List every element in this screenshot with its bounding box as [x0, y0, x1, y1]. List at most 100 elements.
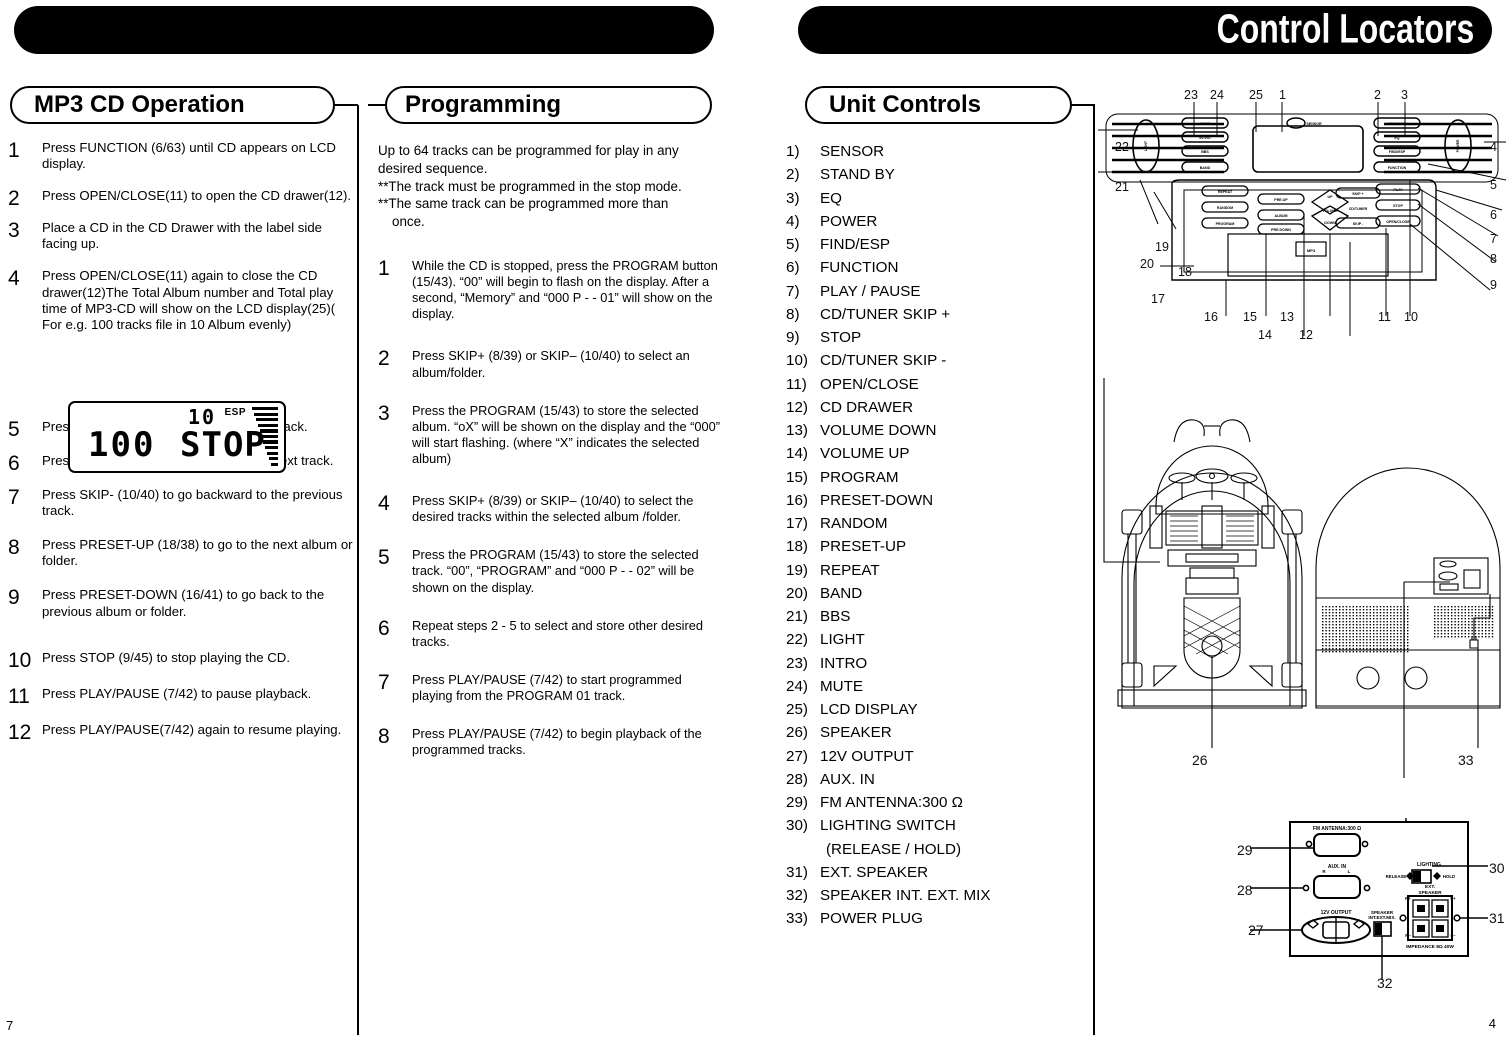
- callout-10: 10: [1404, 310, 1418, 324]
- programming-steps-list: 1 While the CD is stopped, press the PROG…: [378, 258, 723, 773]
- step-number: 1: [8, 139, 20, 162]
- pill-connector-1: [334, 104, 358, 106]
- step-text: Press PRESET-UP (18/38) to go to the nex…: [42, 537, 353, 569]
- svg-text:VOLUME: VOLUME: [1322, 209, 1338, 213]
- callout-31: 31: [1489, 910, 1505, 926]
- unit-control-item: 8) CD/TUNER SKIP +: [786, 303, 1086, 326]
- svg-text:STOP: STOP: [1393, 204, 1403, 208]
- step-number: 3: [8, 219, 20, 243]
- step-number: 9: [8, 586, 20, 610]
- svg-text:L+: L+: [1450, 896, 1456, 901]
- unit-control-item: 9) STOP: [786, 326, 1086, 349]
- callout-4: 4: [1490, 140, 1497, 154]
- instruction-step: 1 While the CD is stopped, press the PROG…: [378, 258, 723, 322]
- unit-control-label: VOLUME DOWN: [820, 422, 937, 439]
- step-number: 8: [378, 725, 390, 749]
- svg-text:RANDOM: RANDOM: [1217, 206, 1233, 210]
- svg-text:INTRO: INTRO: [1199, 136, 1210, 140]
- unit-control-label: SPEAKER INT. EXT. MIX: [820, 887, 991, 904]
- unit-control-index: 12): [786, 398, 808, 416]
- unit-control-label: FM ANTENNA:300 Ω: [820, 794, 964, 811]
- callout-30: 30: [1489, 860, 1505, 876]
- callout-20: 20: [1140, 257, 1154, 271]
- svg-text:HOLD: HOLD: [1443, 874, 1455, 879]
- callout-11: 11: [1378, 310, 1391, 324]
- banner-right: Control Locators: [798, 6, 1492, 54]
- page-title: Control Locators: [1216, 5, 1474, 52]
- unit-control-item: 27) 12V OUTPUT: [786, 745, 1086, 768]
- step-number: 4: [8, 267, 20, 291]
- unit-control-index: 23): [786, 654, 808, 672]
- step-number: 5: [378, 546, 390, 570]
- unit-control-index: 32): [786, 887, 808, 904]
- unit-control-item: 30) LIGHTING SWITCH: [786, 814, 1086, 837]
- unit-control-item: 22) LIGHT: [786, 628, 1086, 651]
- callout-8: 8: [1490, 252, 1497, 266]
- unit-control-index: 26): [786, 724, 808, 742]
- programming-intro: Up to 64 tracks can be programmed for pl…: [378, 142, 718, 231]
- callout-14: 14: [1258, 328, 1272, 342]
- unit-control-label: FUNCTION: [820, 259, 899, 277]
- step-number: 1: [378, 257, 390, 280]
- step-text: Press PLAY/PAUSE(7/42) again to resume p…: [42, 721, 342, 737]
- instruction-step: 7 Press SKIP- (10/40) to go backward to t…: [8, 487, 353, 519]
- lcd-esp-label: ESP: [224, 407, 246, 418]
- step-text: While the CD is stopped, press the PROGR…: [412, 258, 718, 322]
- section-heading-unit-controls: Unit Controls: [805, 86, 1072, 124]
- callout-16: 16: [1204, 310, 1218, 324]
- unit-control-label: VOLUME UP: [820, 445, 910, 463]
- unit-control-item: 25) LCD DISPLAY: [786, 698, 1086, 721]
- svg-text:LIGHTING: LIGHTING: [1417, 862, 1441, 868]
- callout-2: 2: [1374, 88, 1381, 102]
- svg-text:STAND BY: STAND BY: [1388, 122, 1407, 126]
- step-text: Press the PROGRAM (15/43) to store the s…: [412, 547, 699, 595]
- unit-control-label: LIGHTING SWITCH: [820, 817, 956, 835]
- unit-control-index: 21): [786, 608, 808, 625]
- instruction-step: 9 Press PRESET-DOWN (16/41) to go back to…: [8, 587, 353, 619]
- step-number: 8: [8, 536, 20, 560]
- callout-5: 5: [1490, 178, 1497, 192]
- page-number-right: 4: [1488, 1016, 1496, 1031]
- callout-25: 25: [1249, 88, 1263, 102]
- svg-text:R–: R–: [1405, 933, 1411, 938]
- svg-text:FM ANTENNA:300 Ω: FM ANTENNA:300 Ω: [1313, 826, 1361, 832]
- step-number: 6: [378, 616, 390, 640]
- unit-control-item: 29) FM ANTENNA:300 Ω: [786, 791, 1086, 814]
- unit-control-index: 3): [786, 189, 800, 207]
- callout-9: 9: [1490, 278, 1497, 292]
- step-number: 6: [8, 451, 20, 475]
- svg-text:LIGHT: LIGHT: [1144, 140, 1148, 151]
- svg-text:OPEN/CLOSE: OPEN/CLOSE: [1386, 220, 1410, 224]
- page-number-left: 7: [6, 1018, 14, 1033]
- step-text: Press PLAY/PAUSE (7/42) to pause playbac…: [42, 685, 312, 701]
- unit-control-item: 3) EQ: [786, 187, 1086, 210]
- unit-control-index: 27): [786, 747, 808, 765]
- svg-text:MUTE: MUTE: [1200, 122, 1211, 126]
- step-text: Press STOP (9/45) to stop playing the CD…: [42, 649, 290, 665]
- lcd-display-figure: 10 ESP 100 STOP: [68, 401, 286, 473]
- callout-26: 26: [1192, 752, 1208, 768]
- svg-text:UP: UP: [1328, 195, 1334, 199]
- step-text: Press the PROGRAM (15/43) to store the s…: [412, 402, 721, 466]
- svg-text:FIND/ESP: FIND/ESP: [1389, 150, 1406, 154]
- callout-27: 27: [1248, 922, 1264, 938]
- step-text: Press SKIP- (10/40) to go backward to th…: [42, 487, 343, 519]
- instruction-step: 4 Press SKIP+ (8/39) or SKIP– (10/40) to …: [378, 493, 723, 525]
- callout-29: 29: [1237, 842, 1253, 858]
- svg-text:SENSOR: SENSOR: [1306, 122, 1322, 126]
- step-text: Place a CD in the CD Drawer with the lab…: [42, 220, 322, 252]
- svg-text:MP3: MP3: [1307, 248, 1316, 253]
- svg-text:PRE.UP: PRE.UP: [1274, 198, 1288, 202]
- unit-control-index: 7): [786, 282, 800, 300]
- step-text: Press PLAY/PAUSE (7/42) to begin playbac…: [412, 726, 702, 758]
- instruction-step: 5 Press the PROGRAM (15/43) to store the …: [378, 547, 723, 595]
- manual-page: Control Locators MP3 CD Operation Progra…: [0, 0, 1506, 1039]
- back-panel-diagram: FM ANTENNA:300 Ω AUX. IN R L 12V OUTPUT …: [1236, 818, 1506, 988]
- step-text: Press PRESET-DOWN (16/41) to go back to …: [42, 587, 325, 619]
- callout-23: 23: [1184, 88, 1198, 102]
- svg-text:EXT.: EXT.: [1425, 884, 1435, 890]
- unit-control-label: PRESET-DOWN: [820, 491, 934, 509]
- unit-control-item: 23) INTRO: [786, 652, 1086, 675]
- step-text: Repeat steps 2 - 5 to select and store o…: [412, 617, 703, 649]
- instruction-step: 11 Press PLAY/PAUSE (7/42) to pause playb…: [8, 685, 353, 707]
